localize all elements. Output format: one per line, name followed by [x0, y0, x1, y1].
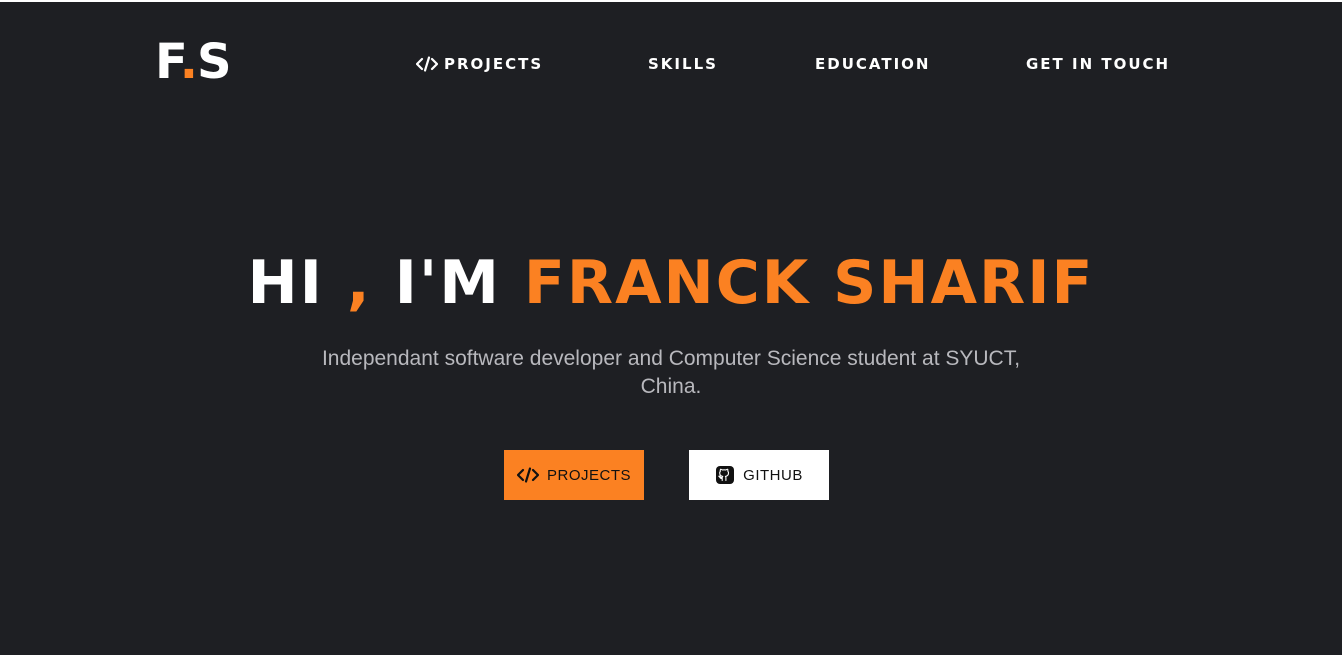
github-button[interactable]: GITHUB [689, 450, 829, 500]
github-button-label: GITHUB [743, 466, 803, 484]
logo[interactable]: F.S [155, 34, 232, 90]
site-header: F.S PROJECTS SKILLS EDUCATION GET IN TOU… [0, 2, 1342, 122]
nav-projects-label: PROJECTS [444, 55, 544, 73]
hero-title: HI , I'M FRANCK SHARIF [0, 248, 1342, 318]
nav-skills-label: SKILLS [648, 55, 718, 73]
logo-first-letter: F [155, 34, 181, 90]
code-icon [416, 56, 438, 72]
nav-projects[interactable]: PROJECTS [416, 54, 543, 74]
nav-education-label: EDUCATION [815, 55, 931, 73]
code-icon [516, 467, 539, 483]
hero-comma: , [324, 248, 395, 318]
nav-get-in-touch-label: GET IN TOUCH [1026, 55, 1171, 73]
nav-get-in-touch[interactable]: GET IN TOUCH [1026, 54, 1170, 74]
nav-skills[interactable]: SKILLS [648, 54, 718, 74]
hero-name: FRANCK SHARIF [523, 248, 1095, 318]
logo-dot: . [179, 34, 198, 90]
nav-education[interactable]: EDUCATION [815, 54, 930, 74]
projects-button[interactable]: PROJECTS [504, 450, 644, 500]
github-icon [716, 466, 735, 484]
hero-greeting: HI [247, 248, 325, 318]
hero-subtitle: Independant software developer and Compu… [321, 347, 1021, 398]
projects-button-label: PROJECTS [546, 466, 631, 484]
logo-last-letter: S [196, 34, 232, 90]
hero-intro: I'M [394, 248, 524, 318]
